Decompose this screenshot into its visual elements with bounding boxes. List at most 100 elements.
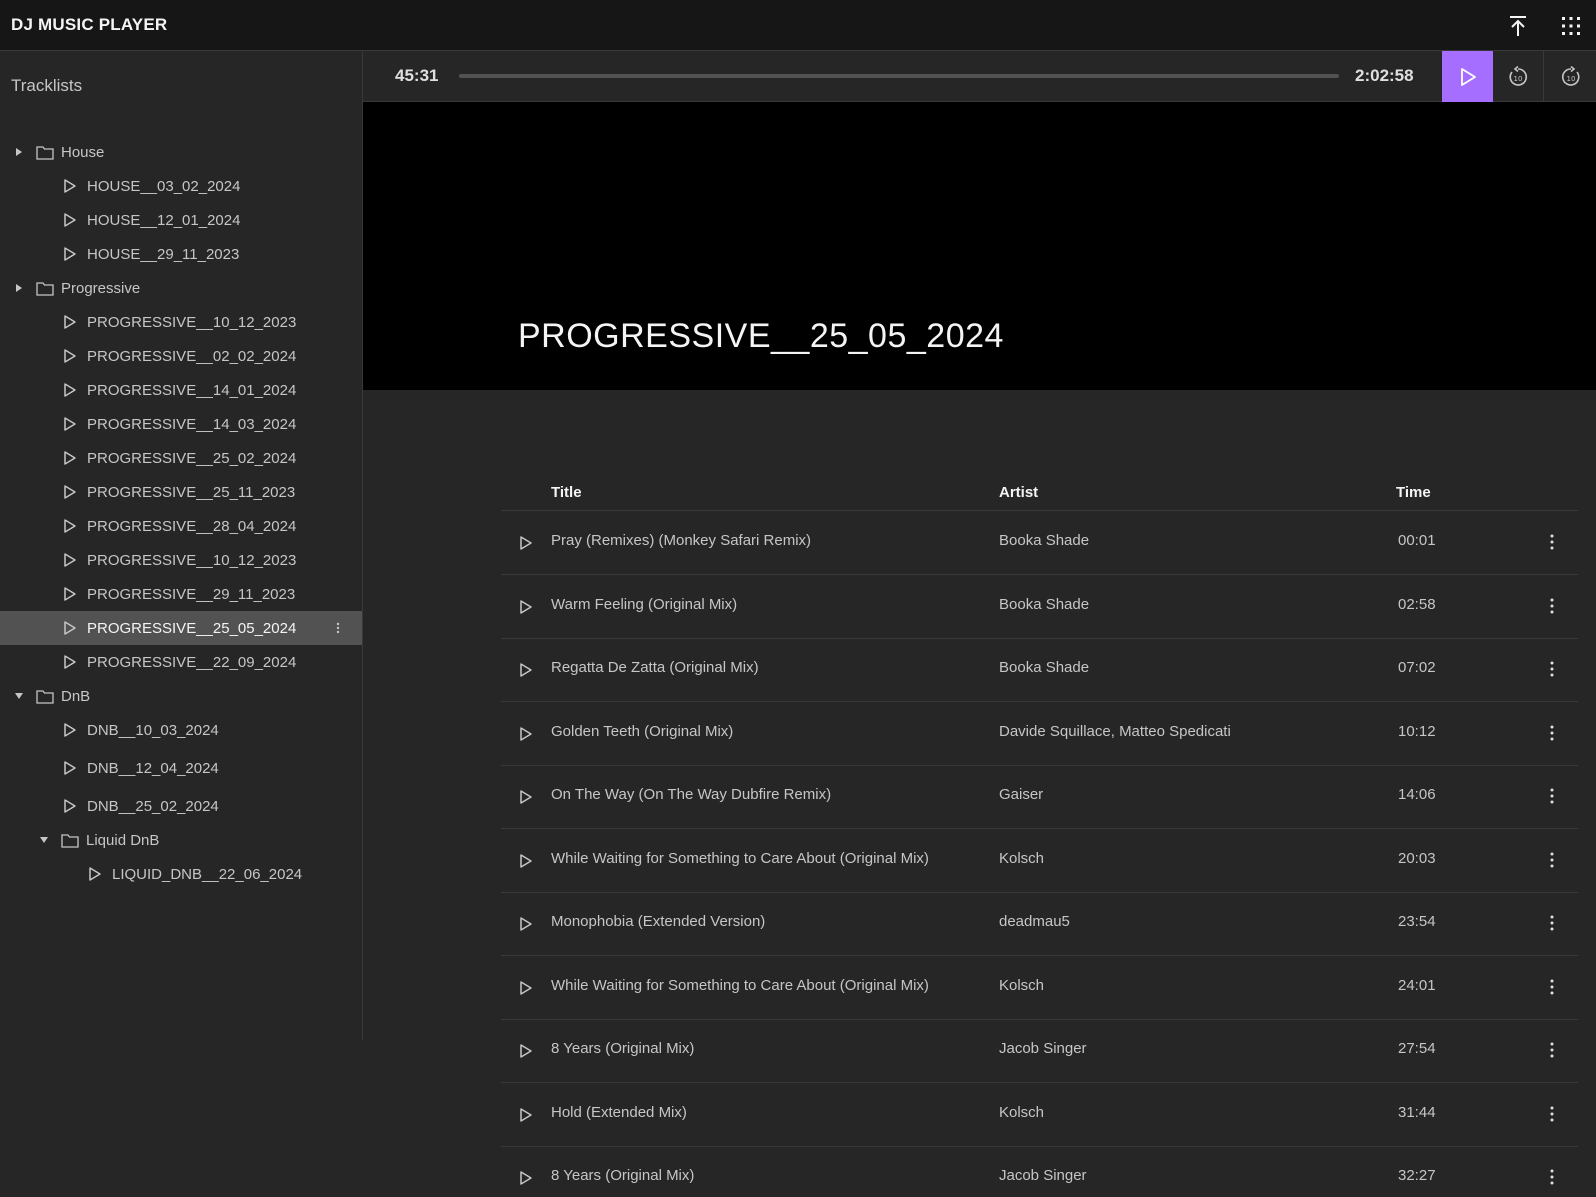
track-row[interactable]: Hold (Extended Mix) Kolsch 31:44 <box>501 1083 1578 1147</box>
chevron-down-icon[interactable] <box>13 690 25 702</box>
tree-tracklist-item[interactable]: PROGRESSIVE__10_12_2023 <box>0 543 362 577</box>
play-icon[interactable] <box>63 798 77 814</box>
track-time: 00:01 <box>1398 532 1436 549</box>
tree-tracklist-item[interactable]: PROGRESSIVE__02_02_2024 <box>0 339 362 373</box>
play-icon[interactable] <box>519 1170 533 1186</box>
track-row[interactable]: Regatta De Zatta (Original Mix) Booka Sha… <box>501 638 1578 702</box>
tree-tracklist-item[interactable]: LIQUID_DNB__22_06_2024 <box>0 857 362 891</box>
tree-tracklist-item[interactable]: HOUSE__29_11_2023 <box>0 237 362 271</box>
folder-icon <box>36 144 54 160</box>
overflow-menu-icon[interactable] <box>1546 1166 1558 1188</box>
sidebar-heading: Tracklists <box>11 76 83 95</box>
progress-bar[interactable] <box>459 74 1339 78</box>
tree-tracklist-item[interactable]: PROGRESSIVE__14_01_2024 <box>0 373 362 407</box>
play-icon[interactable] <box>63 212 77 228</box>
track-row[interactable]: 8 Years (Original Mix) Jacob Singer 27:54 <box>501 1019 1578 1083</box>
tracklist-label: HOUSE__29_11_2023 <box>87 245 240 263</box>
overflow-menu-icon[interactable] <box>1546 1039 1558 1061</box>
play-icon[interactable] <box>519 662 533 678</box>
tree-tracklist-item[interactable]: PROGRESSIVE__10_12_2023 <box>0 305 362 339</box>
play-icon[interactable] <box>63 246 77 262</box>
tree-tracklist-item[interactable]: PROGRESSIVE__22_09_2024 <box>0 645 362 679</box>
play-icon[interactable] <box>519 853 533 869</box>
play-icon <box>1460 67 1476 86</box>
track-row[interactable]: On The Way (On The Way Dubfire Remix) Gai… <box>501 765 1578 829</box>
header-title: Title <box>551 484 582 501</box>
tree-tracklist-item[interactable]: PROGRESSIVE__25_11_2023 <box>0 475 362 509</box>
play-icon[interactable] <box>519 1107 533 1123</box>
play-icon[interactable] <box>63 586 77 602</box>
tracklist-label: PROGRESSIVE__25_11_2023 <box>87 483 296 501</box>
overflow-menu-icon[interactable] <box>1546 912 1558 934</box>
chevron-down-icon[interactable] <box>38 834 50 846</box>
track-row[interactable]: While Waiting for Something to Care Abou… <box>501 829 1578 893</box>
header-time: Time <box>1396 484 1431 501</box>
rewind-10-button[interactable]: 10 <box>1493 51 1544 102</box>
track-row[interactable]: 8 Years (Original Mix) Jacob Singer 32:27 <box>501 1146 1578 1197</box>
play-icon[interactable] <box>63 760 77 776</box>
overflow-menu-icon[interactable] <box>332 618 344 638</box>
play-icon[interactable] <box>63 722 77 738</box>
tracklist-label: PROGRESSIVE__22_09_2024 <box>87 653 297 671</box>
play-icon[interactable] <box>519 789 533 805</box>
upload-icon[interactable] <box>1493 0 1543 51</box>
play-icon[interactable] <box>63 382 77 398</box>
tree-tracklist-item[interactable]: PROGRESSIVE__25_02_2024 <box>0 441 362 475</box>
overflow-menu-icon[interactable] <box>1546 1103 1558 1125</box>
tree-tracklist-item[interactable]: DNB__12_04_2024 <box>0 751 362 785</box>
play-icon[interactable] <box>63 348 77 364</box>
play-icon[interactable] <box>519 916 533 932</box>
track-row[interactable]: While Waiting for Something to Care Abou… <box>501 956 1578 1020</box>
play-icon[interactable] <box>519 1043 533 1059</box>
overflow-menu-icon[interactable] <box>1546 658 1558 680</box>
tree-folder[interactable]: Progressive <box>0 271 362 305</box>
tree-folder[interactable]: House <box>0 135 362 169</box>
play-icon[interactable] <box>63 620 77 636</box>
tree-folder[interactable]: DnB <box>0 679 362 713</box>
tracklist-label: PROGRESSIVE__25_05_2024 <box>87 619 297 637</box>
track-row[interactable]: Warm Feeling (Original Mix) Booka Shade 02… <box>501 575 1578 639</box>
play-icon[interactable] <box>63 484 77 500</box>
overflow-menu-icon[interactable] <box>1546 976 1558 998</box>
tracklist-label: PROGRESSIVE__25_02_2024 <box>87 449 297 467</box>
forward-10-button[interactable]: 10 <box>1545 51 1596 102</box>
track-artist: Booka Shade <box>999 532 1090 549</box>
overflow-menu-icon[interactable] <box>1546 785 1558 807</box>
track-row[interactable]: Golden Teeth (Original Mix) Davide Squill… <box>501 702 1578 766</box>
play-icon[interactable] <box>63 518 77 534</box>
tree-tracklist-item[interactable]: HOUSE__12_01_2024 <box>0 203 362 237</box>
play-icon[interactable] <box>63 416 77 432</box>
play-icon[interactable] <box>63 314 77 330</box>
tracklist-label: DNB__12_04_2024 <box>87 759 219 777</box>
overflow-menu-icon[interactable] <box>1546 849 1558 871</box>
overflow-menu-icon[interactable] <box>1546 595 1558 617</box>
overflow-menu-icon[interactable] <box>1546 531 1558 553</box>
chevron-right-icon[interactable] <box>13 146 25 158</box>
tree-tracklist-item[interactable]: DNB__10_03_2024 <box>0 713 362 747</box>
play-icon[interactable] <box>63 450 77 466</box>
play-icon[interactable] <box>88 866 102 882</box>
tree-folder[interactable]: Liquid DnB <box>0 823 362 857</box>
play-icon[interactable] <box>63 654 77 670</box>
play-icon[interactable] <box>63 552 77 568</box>
play-icon[interactable] <box>519 980 533 996</box>
overflow-menu-icon[interactable] <box>1546 722 1558 744</box>
tree-tracklist-item[interactable]: PROGRESSIVE__25_05_2024 <box>0 611 362 645</box>
play-button[interactable] <box>1442 51 1493 102</box>
play-icon[interactable] <box>519 535 533 551</box>
tree-tracklist-item[interactable]: DNB__25_02_2024 <box>0 789 362 823</box>
track-row[interactable]: Pray (Remixes) (Monkey Safari Remix) Book… <box>501 511 1578 575</box>
total-time: 2:02:58 <box>1355 66 1414 85</box>
tree-tracklist-item[interactable]: PROGRESSIVE__14_03_2024 <box>0 407 362 441</box>
chevron-right-icon[interactable] <box>13 282 25 294</box>
tree-tracklist-item[interactable]: PROGRESSIVE__29_11_2023 <box>0 577 362 611</box>
app-grid-icon[interactable] <box>1546 0 1596 51</box>
play-icon[interactable] <box>519 599 533 615</box>
tree-tracklist-item[interactable]: HOUSE__03_02_2024 <box>0 169 362 203</box>
tracklist-label: PROGRESSIVE__28_04_2024 <box>87 517 297 535</box>
tracklist-label: PROGRESSIVE__29_11_2023 <box>87 585 296 603</box>
tree-tracklist-item[interactable]: PROGRESSIVE__28_04_2024 <box>0 509 362 543</box>
track-row[interactable]: Monophobia (Extended Version) deadmau5 23:… <box>501 892 1578 956</box>
play-icon[interactable] <box>63 178 77 194</box>
play-icon[interactable] <box>519 726 533 742</box>
